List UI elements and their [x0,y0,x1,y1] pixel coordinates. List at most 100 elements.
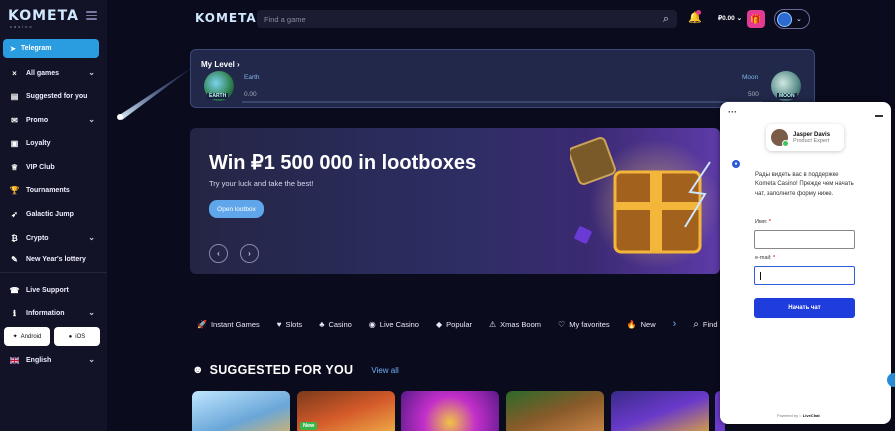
email-label-text: e-mail: [755,255,772,261]
sidebar-item-label: VIP Club [26,163,55,171]
sidebar-item-information[interactable]: ℹ Information ⌄ [0,302,107,324]
tab-instant-games[interactable]: 🚀 Instant Games [197,320,260,329]
tab-my-favorites[interactable]: ♡ My favorites [558,320,610,329]
name-label-text: Имя: [755,219,768,225]
email-field[interactable] [754,266,855,285]
all-games-icon: × [12,68,17,78]
chevron-down-icon[interactable]: ⌄ [88,233,95,242]
tab-label: My favorites [569,319,610,329]
banner-subtitle: Try your luck and take the best! [209,179,314,188]
chevron-down-icon[interactable]: ⌄ [88,355,95,364]
tab-slots[interactable]: ♥ Slots [277,320,302,329]
sidebar-logo[interactable]: KOMETA [8,8,79,24]
telegram-button[interactable]: ➤ Telegram [3,39,99,58]
club-icon: ♣ [319,319,325,329]
level-end-name: Moon [742,74,759,81]
chevron-down-icon[interactable]: ⌄ [88,115,95,124]
minimize-icon[interactable] [875,115,883,117]
level-title[interactable]: My Level › [201,60,240,69]
balance-dropdown[interactable]: ₽0.00 ⌄ [718,14,742,22]
chevron-down-icon[interactable]: ⌄ [88,308,95,317]
sidebar-item-crypto[interactable]: ₿ Crypto ⌄ [0,227,107,249]
game-tile[interactable] [611,391,709,431]
view-all-link[interactable]: View all [371,366,398,375]
name-label: Имя: * [755,219,771,225]
search-icon[interactable]: ⌕ [663,13,669,26]
tab-new[interactable]: 🔥 New [627,320,656,329]
agent-card: Jasper Davis Product Expert [766,124,844,151]
banner-next-button[interactable]: › [240,244,259,263]
chat-menu-icon[interactable]: ··· [728,107,737,117]
level-card[interactable]: My Level › [190,49,815,108]
sidebar-item-label: Promo [26,116,49,124]
android-label: Android [20,333,42,340]
tab-label: Popular [446,319,472,329]
search-input[interactable]: Find a game ⌕ [257,10,677,28]
chat-side-button[interactable] [887,373,895,387]
sidebar-item-lottery[interactable]: ✎ New Year's lottery [0,248,107,270]
chevron-right-icon: › [248,249,251,258]
rocket-icon: 🚀 [197,319,207,329]
sidebar-item-suggested[interactable]: ▤ Suggested for you [0,85,107,107]
profile-menu[interactable]: ⌄ [774,9,810,29]
categories-scroll-right[interactable]: › [673,318,677,330]
uk-flag-icon [10,356,19,365]
search-placeholder: Find a game [264,14,306,24]
chevron-down-icon[interactable]: ⌄ [88,68,95,77]
sidebar-item-loyalty[interactable]: ▣ Loyalty [0,132,107,154]
chevron-down-icon: ⌄ [796,16,802,23]
diamond-icon: ◆ [435,319,443,329]
name-field[interactable] [754,230,855,249]
banner-title: Win ₽1 500 000 in lootboxes [209,152,477,174]
trophy-icon: 🏆 [9,185,20,195]
promo-icon: ✉ [11,115,18,125]
header-logo[interactable]: KOMETA [195,11,257,25]
sidebar-item-promo[interactable]: ✉ Promo ⌄ [0,109,107,131]
telegram-label: Telegram [20,45,52,52]
sidebar-item-all-games[interactable]: × All games ⌄ [0,62,107,84]
tab-label: Casino [328,319,352,329]
sidebar-item-vip-club[interactable]: ♕ VIP Club [0,156,107,178]
powered-prefix: Powered by [777,413,799,418]
earth-badge: EARTH [207,93,229,99]
balance-value: ₽0.00 [718,15,735,22]
email-label: e-mail: * [755,255,776,261]
sidebar: KOMETA casino ➤ Telegram × All games ⌄ ▤… [0,0,107,431]
promo-banner[interactable]: Win ₽1 500 000 in lootboxes Try your luc… [190,128,720,274]
language-label: English [26,356,52,364]
tab-live-casino[interactable]: ◉ Live Casino [369,320,419,329]
powered-by[interactable]: Powered by ○ LiveChat [777,413,820,418]
sidebar-item-label: All games [26,69,60,77]
start-chat-button[interactable]: Начать чат [754,298,855,318]
support-icon: ☎ [9,285,20,295]
tab-popular[interactable]: ◆ Popular [436,320,472,329]
ios-button[interactable]: ● iOS [54,327,100,346]
livechat-logo-icon: ○ [799,413,802,418]
tab-casino[interactable]: ♣ Casino [319,320,352,329]
chevron-right-icon: › [237,60,240,69]
tab-xmas-boom[interactable]: ⚠ Xmas Boom [489,320,541,329]
agent-avatar [771,129,789,147]
telegram-icon: ➤ [10,45,16,53]
suggested-header: ☻ SUGGESTED FOR YOU View all [192,363,399,377]
banner-prev-button[interactable]: ‹ [209,244,228,263]
gift-icon[interactable]: 🎁 [747,10,765,28]
category-tabs: 🚀 Instant Games ♥ Slots ♣ Casino ◉ Live Casi… [197,315,730,333]
sidebar-item-galactic-jump[interactable]: ➶ Galactic Jump [0,203,107,225]
collapse-menu-icon[interactable] [86,11,97,20]
android-button[interactable]: ✦ Android [4,327,50,346]
game-tile[interactable] [506,391,604,431]
new-badge: New [300,422,318,430]
open-lootbox-button[interactable]: Open lootbox [209,200,264,218]
language-selector[interactable]: English ⌄ [0,349,107,371]
game-tile[interactable] [192,391,290,431]
game-tile[interactable] [401,391,499,431]
game-tile[interactable]: New [297,391,395,431]
agent-role: Product Expert [793,137,830,144]
avatar [777,11,792,27]
apple-icon: ● [68,333,73,340]
sidebar-item-tournaments[interactable]: 🏆 Tournaments [0,179,107,201]
sidebar-item-label: Live Support [26,286,69,294]
info-icon: ℹ [12,308,17,318]
sidebar-item-live-support[interactable]: ☎ Live Support [0,279,107,301]
